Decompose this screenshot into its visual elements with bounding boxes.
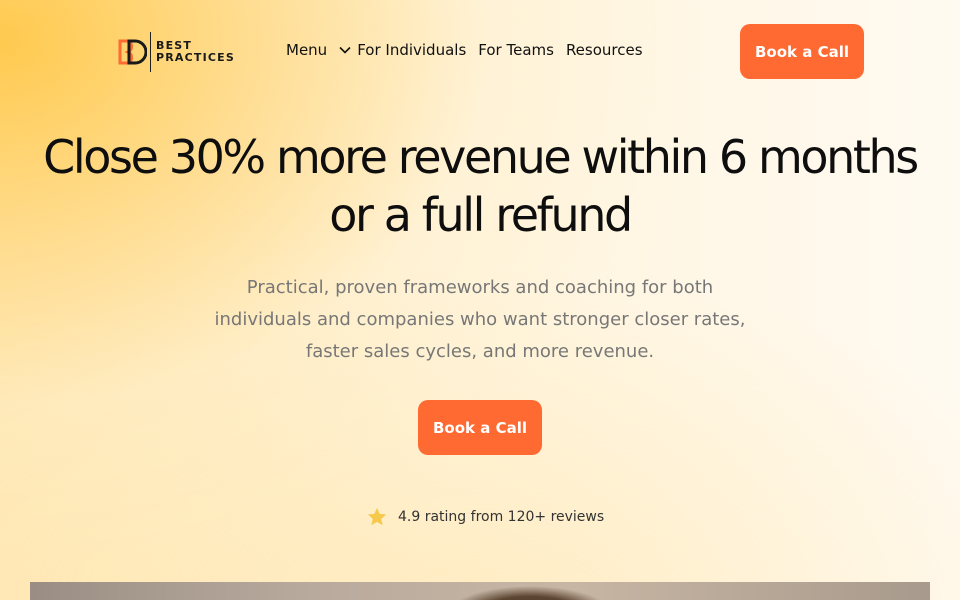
logo-divider [150,32,151,72]
star-icon [367,507,387,526]
hero-headline: Close 30% more revenue within 6 months o… [20,128,940,244]
logo[interactable]: BEST PRACTICES [117,32,235,72]
nav-item-menu-label: Menu [286,41,328,59]
hero-subtext: Practical, proven frameworks and coachin… [180,272,780,368]
hero-subtext-line3: faster sales cycles, and more revenue. [305,341,655,362]
book-call-button-hero[interactable]: Book a Call [418,400,542,455]
hero-subtext-line1: Practical, proven frameworks and coachin… [246,277,714,298]
hero-image [30,582,930,600]
nav-item-for-individuals[interactable]: For Individuals [357,41,466,59]
chevron-down-icon [339,46,351,54]
logo-mark-icon [118,39,147,65]
hero-subtext-line2: individuals and companies who want stron… [214,309,746,330]
site-header: BEST PRACTICES Menu For Individuals For … [0,0,960,104]
hero-headline-line1: Close 30% more revenue within 6 months [43,130,919,184]
hero-headline-line2: or a full refund [329,188,633,242]
rating-summary: 4.9 rating from 120+ reviews [366,506,604,528]
person-photo [450,582,610,600]
book-call-button-header[interactable]: Book a Call [740,24,864,79]
main-nav: Menu For Individuals For Teams Resources [286,41,643,59]
nav-item-for-teams[interactable]: For Teams [478,41,554,59]
nav-item-resources[interactable]: Resources [566,41,643,59]
logo-text: BEST PRACTICES [156,40,235,64]
nav-item-menu[interactable]: Menu [286,41,357,59]
rating-text: 4.9 rating from 120+ reviews [398,509,605,525]
logo-text-line2: PRACTICES [156,51,236,64]
